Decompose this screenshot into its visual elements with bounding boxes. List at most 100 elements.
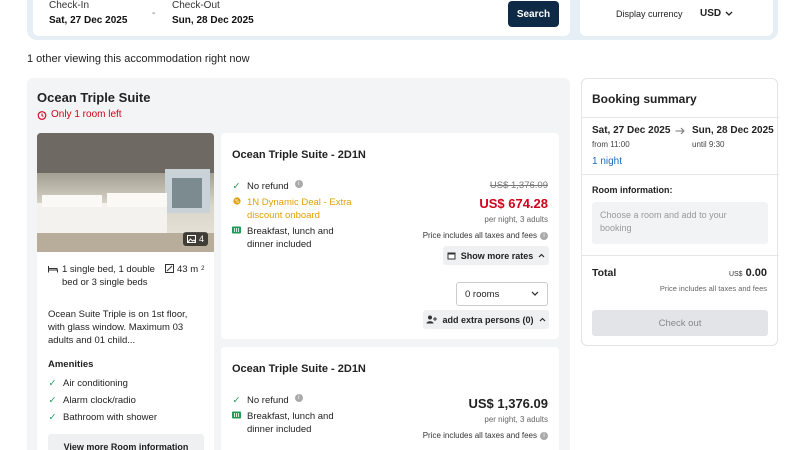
beds-text: 1 single bed, 1 double bed or 3 single b…	[62, 264, 155, 288]
rate-card: Ocean Triple Suite - 2D1N ✓ No refund i …	[221, 133, 559, 339]
show-more-rates-button[interactable]: Show more rates	[443, 246, 549, 265]
no-refund-feature: ✓ No refund i	[232, 180, 303, 193]
currency-select[interactable]: USD	[700, 8, 733, 19]
search-button[interactable]: Search	[508, 1, 559, 27]
per-night-text: per night, 3 adults	[484, 415, 548, 424]
meals-label: Breakfast, lunch and dinner included	[247, 226, 334, 250]
total-value: 0.00	[745, 267, 767, 279]
summary-title: Booking summary	[592, 92, 697, 106]
amenity-label: Alarm clock/radio	[63, 395, 136, 406]
deal-icon: %	[232, 196, 241, 209]
timer-icon	[37, 110, 47, 120]
currency-value: USD	[700, 8, 722, 19]
checkout-field[interactable]: Sun, 28 Dec 2025	[172, 15, 254, 26]
check-icon: ✓	[232, 395, 241, 406]
info-icon[interactable]: i	[540, 231, 548, 240]
discounted-price: US$ 674.28	[479, 196, 548, 211]
image-icon	[186, 235, 196, 243]
divider	[582, 117, 779, 118]
currency-label: Display currency	[616, 9, 683, 19]
deal-label: 1N Dynamic Deal - Extra discount onboard	[247, 197, 352, 221]
photo-count: 4	[198, 234, 204, 244]
summary-taxes-note: Price includes all taxes and fees	[659, 284, 767, 293]
meal-icon	[232, 410, 241, 423]
no-refund-feature: ✓ No refund i	[232, 394, 303, 407]
chevron-down-icon	[725, 11, 733, 16]
meals-feature: Breakfast, lunch and dinner included	[232, 410, 362, 436]
extra-persons-label: add extra persons (0)	[442, 314, 534, 325]
info-icon[interactable]: i	[540, 431, 548, 440]
booking-summary: Booking summary Sat, 27 Dec 2025 from 11…	[581, 78, 779, 346]
rate-card: Ocean Triple Suite - 2D1N ✓ No refund i …	[221, 347, 559, 450]
view-more-room-button[interactable]: View more Room information	[48, 434, 204, 450]
amenity-item: ✓ Air conditioning	[48, 377, 128, 390]
arrow-right-icon	[675, 127, 685, 135]
total-amount: US$ 0.00	[729, 267, 767, 279]
no-refund-label: No refund	[247, 395, 289, 406]
check-icon: ✓	[48, 395, 57, 406]
room-info-label: Room information:	[592, 185, 673, 195]
room-size-value: 43 m	[177, 264, 199, 275]
summary-checkin-date: Sat, 27 Dec 2025	[592, 125, 671, 136]
checkin-field[interactable]: Sat, 27 Dec 2025	[49, 15, 127, 26]
date-search-card: Check-In Sat, 27 Dec 2025 - Check-Out Su…	[33, 0, 570, 36]
room-photo[interactable]: 4	[37, 133, 214, 252]
summary-checkout-time: until 9:30	[692, 140, 725, 149]
room-title: Ocean Triple Suite	[37, 90, 151, 105]
currency-card: Display currency USD	[580, 0, 773, 36]
room-description: Ocean Suite Triple is on 1st floor, with…	[48, 309, 188, 346]
check-icon: ✓	[48, 378, 57, 389]
svg-text:%: %	[234, 199, 239, 205]
meal-icon	[232, 225, 241, 238]
taxes-note: Price includes all taxes and fees i	[423, 231, 548, 240]
bed-icon	[48, 266, 58, 273]
meals-label: Breakfast, lunch and dinner included	[247, 411, 334, 435]
rooms-left-text: Only 1 room left	[51, 109, 122, 120]
room-size-sup: 2	[201, 266, 205, 272]
divider	[582, 255, 779, 256]
meals-feature: Breakfast, lunch and dinner included	[232, 225, 362, 251]
taxes-text: Price includes all taxes and fees	[422, 231, 537, 240]
rooms-select-value: 0 rooms	[465, 288, 500, 300]
add-person-icon	[426, 315, 438, 324]
total-label: Total	[592, 267, 617, 279]
summary-checkout-date: Sun, 28 Dec 2025	[692, 125, 774, 136]
amenity-label: Bathroom with shower	[63, 412, 157, 423]
room-size: 43 m2	[165, 263, 204, 276]
chevron-down-icon	[531, 291, 539, 296]
check-icon: ✓	[48, 412, 57, 423]
no-refund-label: No refund	[247, 181, 289, 192]
chevron-up-icon	[539, 317, 545, 322]
total-currency: US$	[728, 271, 743, 278]
show-more-rates-label: Show more rates	[460, 250, 534, 261]
room-beds: 1 single bed, 1 double bed or 3 single b…	[48, 263, 158, 289]
amenity-item: ✓ Alarm clock/radio	[48, 394, 136, 407]
add-extra-persons-button[interactable]: add extra persons (0)	[423, 310, 549, 329]
chevron-up-icon	[538, 253, 545, 258]
price: US$ 1,376.09	[468, 396, 548, 411]
date-separator: -	[152, 8, 156, 19]
rate-title: Ocean Triple Suite - 2D1N	[232, 149, 366, 161]
info-icon[interactable]: i	[294, 180, 303, 188]
calendar-icon	[447, 252, 456, 260]
check-icon: ✓	[232, 181, 241, 192]
rooms-left-alert: Only 1 room left	[37, 109, 122, 120]
viewing-notice: 1 other viewing this accommodation right…	[27, 53, 250, 65]
summary-checkin-time: from 11:00	[592, 140, 630, 149]
room-card: 4 1 single bed, 1 double bed or 3 single…	[37, 133, 214, 450]
room-placeholder: Choose a room and add to your booking	[592, 202, 768, 244]
nights-count: 1 night	[592, 156, 623, 167]
info-icon[interactable]: i	[294, 394, 303, 402]
rooms-select[interactable]: 0 rooms	[456, 282, 548, 306]
original-price: US$ 1,376.09	[489, 180, 548, 191]
taxes-note: Price includes all taxes and fees i	[423, 431, 548, 440]
rate-title: Ocean Triple Suite - 2D1N	[232, 363, 366, 375]
photo-count-badge[interactable]: 4	[182, 232, 208, 246]
taxes-text: Price includes all taxes and fees	[422, 431, 537, 440]
checkout-button[interactable]: Check out	[592, 310, 768, 336]
per-night-text: per night, 3 adults	[484, 215, 548, 224]
deal-feature: % 1N Dynamic Deal - Extra discount onboa…	[232, 196, 362, 222]
checkout-label: Check-Out	[172, 0, 220, 11]
divider	[582, 174, 779, 175]
checkin-label: Check-In	[49, 0, 90, 11]
